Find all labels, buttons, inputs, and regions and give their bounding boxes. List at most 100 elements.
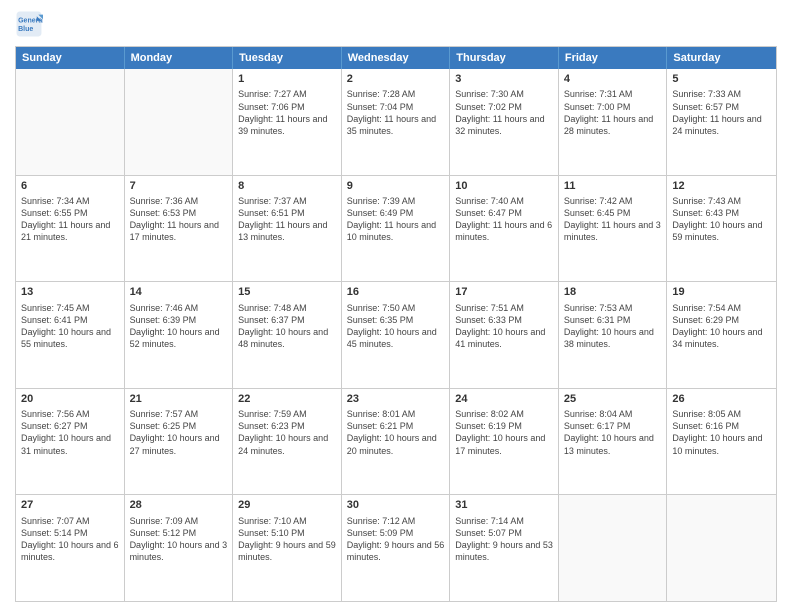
header-day-saturday: Saturday — [667, 47, 776, 69]
empty-cell — [667, 495, 776, 601]
day-number: 7 — [130, 179, 228, 194]
day-cell-7: 7Sunrise: 7:36 AMSunset: 6:53 PMDaylight… — [125, 176, 234, 282]
header-day-friday: Friday — [559, 47, 668, 69]
day-number: 13 — [21, 285, 119, 300]
day-number: 15 — [238, 285, 336, 300]
day-number: 12 — [672, 179, 771, 194]
calendar-page: General Blue SundayMondayTuesdayWednesda… — [0, 0, 792, 612]
day-number: 30 — [347, 498, 445, 513]
day-cell-27: 27Sunrise: 7:07 AMSunset: 5:14 PMDayligh… — [16, 495, 125, 601]
header-day-sunday: Sunday — [16, 47, 125, 69]
cell-info: Sunrise: 7:12 AMSunset: 5:09 PMDaylight:… — [347, 515, 445, 564]
day-cell-19: 19Sunrise: 7:54 AMSunset: 6:29 PMDayligh… — [667, 282, 776, 388]
cell-info: Sunrise: 7:50 AMSunset: 6:35 PMDaylight:… — [347, 302, 445, 351]
day-number: 26 — [672, 392, 771, 407]
day-cell-6: 6Sunrise: 7:34 AMSunset: 6:55 PMDaylight… — [16, 176, 125, 282]
day-number: 28 — [130, 498, 228, 513]
day-cell-21: 21Sunrise: 7:57 AMSunset: 6:25 PMDayligh… — [125, 389, 234, 495]
day-number: 27 — [21, 498, 119, 513]
cell-info: Sunrise: 7:43 AMSunset: 6:43 PMDaylight:… — [672, 195, 771, 244]
header-day-monday: Monday — [125, 47, 234, 69]
day-number: 29 — [238, 498, 336, 513]
day-cell-13: 13 Sunrise: 7:45 AMSunset: 6:41 PMDayligh… — [16, 282, 125, 388]
cell-info: Sunrise: 8:05 AMSunset: 6:16 PMDaylight:… — [672, 408, 771, 457]
day-cell-17: 17 Sunrise: 7:51 AMSunset: 6:33 PMDayligh… — [450, 282, 559, 388]
day-number: 20 — [21, 392, 119, 407]
cell-info: Sunrise: 7:28 AMSunset: 7:04 PMDaylight:… — [347, 88, 445, 137]
svg-text:Blue: Blue — [18, 26, 33, 33]
day-cell-12: 12Sunrise: 7:43 AMSunset: 6:43 PMDayligh… — [667, 176, 776, 282]
day-cell-2: 2Sunrise: 7:28 AMSunset: 7:04 PMDaylight… — [342, 69, 451, 175]
empty-cell — [16, 69, 125, 175]
day-number: 17 — [455, 285, 553, 300]
day-cell-18: 18 Sunrise: 7:53 AMSunset: 6:31 PMDayligh… — [559, 282, 668, 388]
cell-info: Sunrise: 7:36 AMSunset: 6:53 PMDaylight:… — [130, 195, 228, 244]
cell-info: Sunrise: 7:54 AMSunset: 6:29 PMDaylight:… — [672, 302, 771, 351]
day-cell-26: 26Sunrise: 8:05 AMSunset: 6:16 PMDayligh… — [667, 389, 776, 495]
day-number: 9 — [347, 179, 445, 194]
cell-info: Sunrise: 7:10 AMSunset: 5:10 PMDaylight:… — [238, 515, 336, 564]
day-number: 3 — [455, 72, 553, 87]
day-number: 10 — [455, 179, 553, 194]
cell-info: Sunrise: 8:02 AMSunset: 6:19 PMDaylight:… — [455, 408, 553, 457]
logo-icon: General Blue — [15, 10, 43, 38]
cell-info: Sunrise: 7:48 AMSunset: 6:37 PMDaylight:… — [238, 302, 336, 351]
cell-info: Sunrise: 7:39 AMSunset: 6:49 PMDaylight:… — [347, 195, 445, 244]
cell-info: Sunrise: 7:59 AMSunset: 6:23 PMDaylight:… — [238, 408, 336, 457]
cell-info: Sunrise: 7:45 AMSunset: 6:41 PMDaylight:… — [21, 302, 119, 351]
cell-info: Sunrise: 7:34 AMSunset: 6:55 PMDaylight:… — [21, 195, 119, 244]
cell-info: Sunrise: 7:56 AMSunset: 6:27 PMDaylight:… — [21, 408, 119, 457]
day-cell-3: 3Sunrise: 7:30 AMSunset: 7:02 PMDaylight… — [450, 69, 559, 175]
header-day-tuesday: Tuesday — [233, 47, 342, 69]
cell-info: Sunrise: 7:57 AMSunset: 6:25 PMDaylight:… — [130, 408, 228, 457]
day-cell-16: 16 Sunrise: 7:50 AMSunset: 6:35 PMDayligh… — [342, 282, 451, 388]
calendar-row-1: 6Sunrise: 7:34 AMSunset: 6:55 PMDaylight… — [16, 175, 776, 282]
cell-info: Sunrise: 7:53 AMSunset: 6:31 PMDaylight:… — [564, 302, 662, 351]
cell-info: Sunrise: 7:27 AMSunset: 7:06 PMDaylight:… — [238, 88, 336, 137]
cell-info: Sunrise: 7:33 AMSunset: 6:57 PMDaylight:… — [672, 88, 771, 137]
day-number: 25 — [564, 392, 662, 407]
cell-info: Sunrise: 7:42 AMSunset: 6:45 PMDaylight:… — [564, 195, 662, 244]
day-number: 5 — [672, 72, 771, 87]
day-number: 18 — [564, 285, 662, 300]
day-cell-9: 9Sunrise: 7:39 AMSunset: 6:49 PMDaylight… — [342, 176, 451, 282]
logo: General Blue — [15, 10, 45, 38]
day-cell-20: 20Sunrise: 7:56 AMSunset: 6:27 PMDayligh… — [16, 389, 125, 495]
svg-text:General: General — [18, 17, 43, 24]
cell-info: Sunrise: 7:30 AMSunset: 7:02 PMDaylight:… — [455, 88, 553, 137]
day-number: 24 — [455, 392, 553, 407]
day-number: 16 — [347, 285, 445, 300]
day-number: 22 — [238, 392, 336, 407]
day-number: 1 — [238, 72, 336, 87]
empty-cell — [125, 69, 234, 175]
day-number: 2 — [347, 72, 445, 87]
calendar-row-0: 1Sunrise: 7:27 AMSunset: 7:06 PMDaylight… — [16, 69, 776, 175]
cell-info: Sunrise: 7:37 AMSunset: 6:51 PMDaylight:… — [238, 195, 336, 244]
day-cell-10: 10Sunrise: 7:40 AMSunset: 6:47 PMDayligh… — [450, 176, 559, 282]
day-cell-30: 30 Sunrise: 7:12 AMSunset: 5:09 PMDayligh… — [342, 495, 451, 601]
day-cell-11: 11Sunrise: 7:42 AMSunset: 6:45 PMDayligh… — [559, 176, 668, 282]
calendar-row-2: 13 Sunrise: 7:45 AMSunset: 6:41 PMDayligh… — [16, 281, 776, 388]
day-cell-14: 14Sunrise: 7:46 AMSunset: 6:39 PMDayligh… — [125, 282, 234, 388]
day-cell-1: 1Sunrise: 7:27 AMSunset: 7:06 PMDaylight… — [233, 69, 342, 175]
calendar-row-4: 27Sunrise: 7:07 AMSunset: 5:14 PMDayligh… — [16, 494, 776, 601]
empty-cell — [559, 495, 668, 601]
cell-info: Sunrise: 7:51 AMSunset: 6:33 PMDaylight:… — [455, 302, 553, 351]
calendar: SundayMondayTuesdayWednesdayThursdayFrid… — [15, 46, 777, 602]
cell-info: Sunrise: 7:14 AMSunset: 5:07 PMDaylight:… — [455, 515, 553, 564]
day-number: 11 — [564, 179, 662, 194]
day-cell-15: 15 Sunrise: 7:48 AMSunset: 6:37 PMDayligh… — [233, 282, 342, 388]
day-cell-8: 8Sunrise: 7:37 AMSunset: 6:51 PMDaylight… — [233, 176, 342, 282]
calendar-header: SundayMondayTuesdayWednesdayThursdayFrid… — [16, 47, 776, 69]
cell-info: Sunrise: 7:09 AMSunset: 5:12 PMDaylight:… — [130, 515, 228, 564]
header: General Blue — [15, 10, 777, 38]
day-number: 4 — [564, 72, 662, 87]
day-cell-5: 5Sunrise: 7:33 AMSunset: 6:57 PMDaylight… — [667, 69, 776, 175]
cell-info: Sunrise: 7:46 AMSunset: 6:39 PMDaylight:… — [130, 302, 228, 351]
header-day-thursday: Thursday — [450, 47, 559, 69]
day-number: 21 — [130, 392, 228, 407]
cell-info: Sunrise: 7:40 AMSunset: 6:47 PMDaylight:… — [455, 195, 553, 244]
day-number: 8 — [238, 179, 336, 194]
day-number: 31 — [455, 498, 553, 513]
calendar-body: 1Sunrise: 7:27 AMSunset: 7:06 PMDaylight… — [16, 69, 776, 601]
